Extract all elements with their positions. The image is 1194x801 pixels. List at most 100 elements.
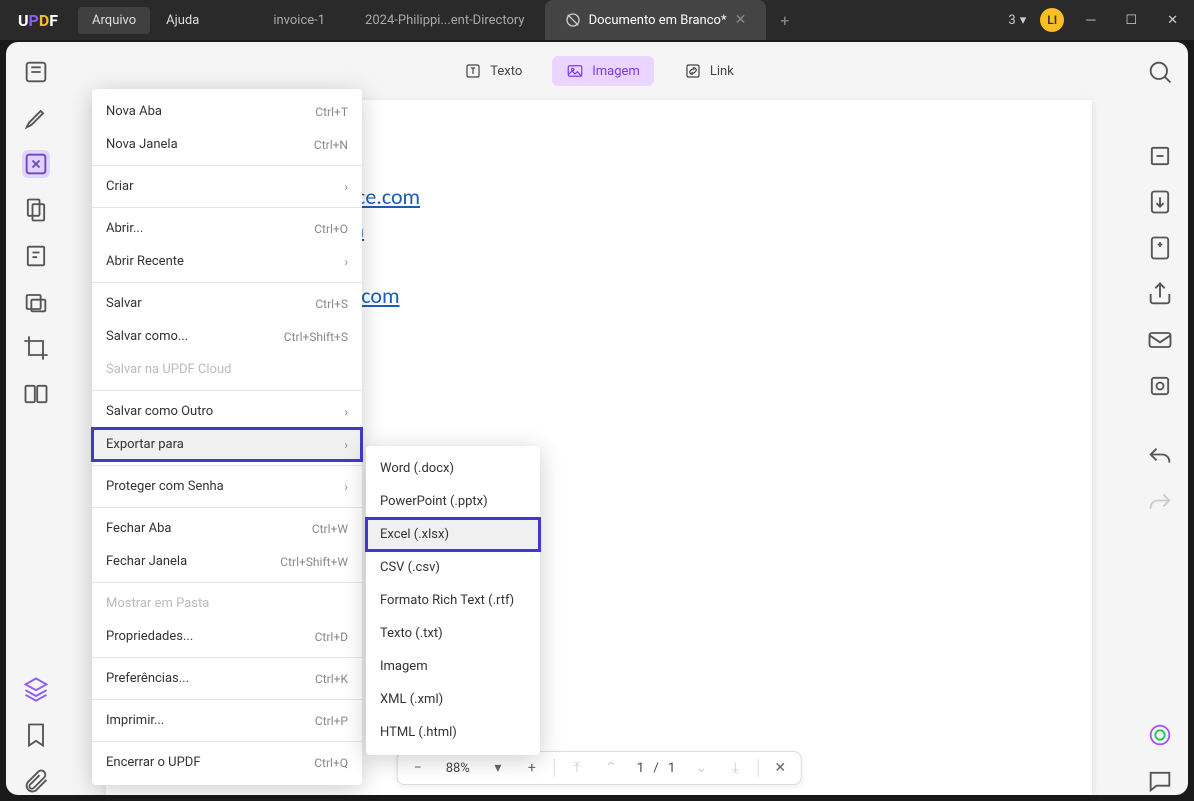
- separator: [92, 207, 362, 208]
- menu-label: Excel (.xlsx): [380, 527, 449, 542]
- ai-icon[interactable]: [1146, 721, 1174, 749]
- menu-nova-janela[interactable]: Nova Janela Ctrl+N: [92, 128, 362, 161]
- next-page-button[interactable]: ⌄: [689, 756, 713, 780]
- maximize-button[interactable]: ☐: [1117, 9, 1145, 32]
- export-excel[interactable]: Excel (.xlsx): [366, 518, 540, 551]
- close-bar-button[interactable]: ✕: [768, 756, 792, 780]
- prev-page-button[interactable]: ⌃: [599, 756, 623, 780]
- tool-imagem[interactable]: Imagem: [552, 56, 654, 86]
- avatar[interactable]: LI: [1040, 8, 1064, 32]
- zoom-out-button[interactable]: −: [406, 756, 430, 780]
- export-html[interactable]: HTML (.html): [366, 716, 540, 749]
- export-word[interactable]: Word (.docx): [366, 452, 540, 485]
- zoom-level[interactable]: 88%: [440, 761, 476, 776]
- reader-icon[interactable]: [22, 58, 50, 86]
- menu-abrir[interactable]: Abrir...Ctrl+O: [92, 212, 362, 245]
- comment-icon[interactable]: [1146, 767, 1174, 795]
- first-page-button[interactable]: ⤒: [565, 756, 589, 780]
- minimize-button[interactable]: ─: [1078, 8, 1103, 32]
- page-total: 1: [668, 761, 675, 776]
- export-powerpoint[interactable]: PowerPoint (.pptx): [366, 485, 540, 518]
- menu-label: Nova Janela: [106, 137, 178, 152]
- tab-invoice[interactable]: invoice-1: [253, 0, 345, 40]
- email-icon[interactable]: [1146, 326, 1174, 354]
- separator: [92, 741, 362, 742]
- form-icon[interactable]: [22, 242, 50, 270]
- close-button[interactable]: ✕: [1159, 9, 1186, 32]
- edit-icon[interactable]: [22, 150, 50, 178]
- tool-link[interactable]: Link: [670, 56, 748, 86]
- tab-add-button[interactable]: +: [766, 11, 803, 30]
- chevron-down-icon: ▾: [1020, 13, 1027, 28]
- tools-icon[interactable]: [22, 288, 50, 316]
- shortcut: Ctrl+D: [315, 630, 348, 644]
- menu-label: Mostrar em Pasta: [106, 596, 209, 611]
- menu-label: Nova Aba: [106, 104, 162, 119]
- search-icon[interactable]: [1146, 58, 1174, 86]
- page-count[interactable]: 3 ▾: [1008, 13, 1026, 28]
- export-txt[interactable]: Texto (.txt): [366, 617, 540, 650]
- link-icon: [684, 62, 702, 80]
- menu-imprimir[interactable]: Imprimir...Ctrl+P: [92, 704, 362, 737]
- convert-icon[interactable]: [1146, 188, 1174, 216]
- menu-ajuda[interactable]: Ajuda: [152, 7, 213, 34]
- menu-proteger[interactable]: Proteger com Senha›: [92, 470, 362, 503]
- tab-documento[interactable]: Documento em Branco* ✕: [545, 0, 767, 40]
- zoom-dropdown-icon[interactable]: ▾: [486, 756, 510, 780]
- export-imagem[interactable]: Imagem: [366, 650, 540, 683]
- blank-doc-icon: [565, 12, 581, 28]
- ocr-icon[interactable]: [1146, 142, 1174, 170]
- menu-fechar-janela[interactable]: Fechar JanelaCtrl+Shift+W: [92, 545, 362, 578]
- export-xml[interactable]: XML (.xml): [366, 683, 540, 716]
- menu-salvar-como[interactable]: Salvar como...Ctrl+Shift+S: [92, 320, 362, 353]
- menu-arquivo[interactable]: Arquivo: [78, 7, 150, 34]
- menu-label: Imagem: [380, 659, 428, 674]
- compress-icon[interactable]: [1146, 234, 1174, 262]
- export-rtf[interactable]: Formato Rich Text (.rtf): [366, 584, 540, 617]
- share-icon[interactable]: [1146, 280, 1174, 308]
- menu-nova-aba[interactable]: Nova AbaCtrl+T: [92, 95, 362, 128]
- separator: [92, 507, 362, 508]
- menu-label: Fechar Aba: [106, 521, 171, 536]
- attachment-icon[interactable]: [22, 767, 50, 795]
- menubar: Arquivo Ajuda: [78, 7, 213, 34]
- menu-salvar-outro[interactable]: Salvar como Outro›: [92, 395, 362, 428]
- menu-propriedades[interactable]: Propriedades...Ctrl+D: [92, 620, 362, 653]
- tab-directory[interactable]: 2024-Philippi...ent-Directory: [345, 0, 545, 40]
- tool-texto[interactable]: Texto: [450, 56, 536, 86]
- sidebar-right: [1132, 42, 1188, 795]
- crop-icon[interactable]: [22, 334, 50, 362]
- export-csv[interactable]: CSV (.csv): [366, 551, 540, 584]
- tool-label: Imagem: [592, 64, 640, 79]
- menu-label: Exportar para: [106, 437, 184, 452]
- zoom-in-button[interactable]: +: [520, 756, 544, 780]
- menu-preferencias[interactable]: Preferências...Ctrl+K: [92, 662, 362, 695]
- menu-salvar[interactable]: SalvarCtrl+S: [92, 287, 362, 320]
- save-cloud-icon[interactable]: [1146, 372, 1174, 400]
- compare-icon[interactable]: [22, 380, 50, 408]
- undo-icon[interactable]: [1146, 444, 1174, 472]
- menu-label: Salvar na UPDF Cloud: [106, 362, 231, 377]
- shortcut: Ctrl+P: [315, 714, 348, 728]
- layers-icon[interactable]: [22, 675, 50, 703]
- last-page-button[interactable]: ⤓: [723, 756, 747, 780]
- menu-fechar-aba[interactable]: Fechar AbaCtrl+W: [92, 512, 362, 545]
- menu-encerrar[interactable]: Encerrar o UPDFCtrl+Q: [92, 746, 362, 779]
- main-area: Texto Imagem Link support@superace.com r…: [6, 42, 1188, 795]
- highlighter-icon[interactable]: [22, 104, 50, 132]
- menu-criar[interactable]: Criar›: [92, 170, 362, 203]
- titlebar-right: 3 ▾ LI ─ ☐ ✕: [1008, 8, 1186, 32]
- menu-exportar[interactable]: Exportar para›: [92, 428, 362, 461]
- pages-icon[interactable]: [22, 196, 50, 224]
- shortcut: Ctrl+N: [314, 138, 348, 152]
- menu-abrir-recente[interactable]: Abrir Recente›: [92, 245, 362, 278]
- page-indicator[interactable]: 1 / 1: [633, 761, 679, 776]
- close-icon[interactable]: ✕: [735, 12, 747, 28]
- bookmark-icon[interactable]: [22, 721, 50, 749]
- page-sep: /: [653, 761, 658, 776]
- menu-label: Encerrar o UPDF: [106, 755, 201, 770]
- menu-label: Formato Rich Text (.rtf): [380, 593, 514, 608]
- redo-icon[interactable]: [1146, 490, 1174, 518]
- tab-label: Documento em Branco*: [589, 13, 727, 28]
- titlebar: UPDF Arquivo Ajuda invoice-1 2024-Philip…: [0, 0, 1194, 40]
